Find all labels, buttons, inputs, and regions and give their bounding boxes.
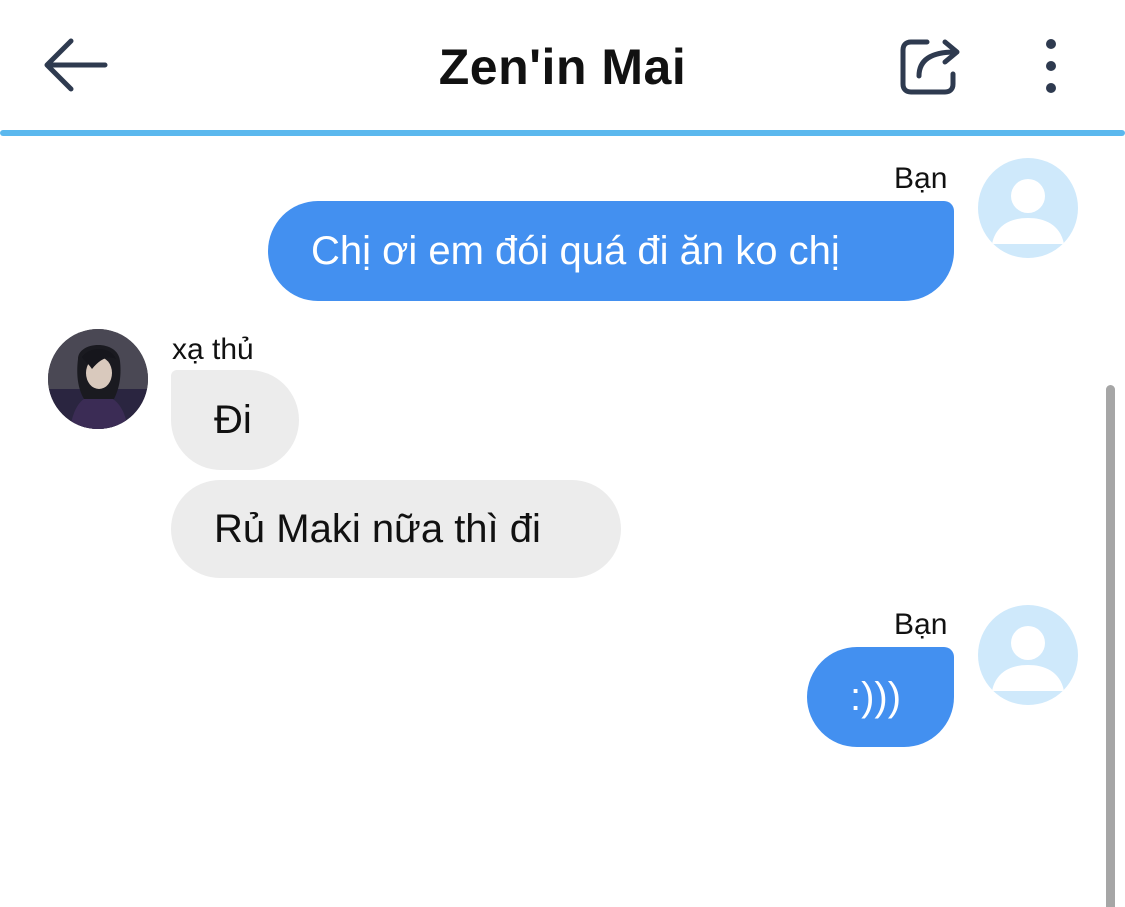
- chat-screen: Zen'in Mai Bạn Chị ơi em đói quá đi ăn k…: [0, 0, 1125, 907]
- scrollbar-thumb[interactable]: [1106, 385, 1115, 907]
- share-button[interactable]: [894, 32, 966, 100]
- user-icon: [992, 626, 1064, 691]
- message-bubble-outgoing[interactable]: :))): [807, 647, 954, 747]
- sender-name: xạ thủ: [172, 333, 254, 366]
- chat-header: Zen'in Mai: [0, 0, 1125, 132]
- message-text: Đi: [214, 397, 252, 442]
- more-options-button[interactable]: [1024, 30, 1078, 102]
- my-avatar[interactable]: [978, 605, 1078, 705]
- my-avatar[interactable]: [978, 158, 1078, 258]
- sender-name: Bạn: [894, 162, 948, 195]
- message-text: Chị ơi em đói quá đi ăn ko chị: [311, 228, 840, 273]
- message-text: Rủ Maki nữa thì đi: [214, 506, 541, 551]
- user-icon: [992, 179, 1064, 244]
- message-bubble-incoming[interactable]: Rủ Maki nữa thì đi: [171, 480, 621, 578]
- contact-photo-icon: [48, 329, 148, 429]
- sender-name: Bạn: [894, 608, 948, 641]
- share-icon: [900, 39, 960, 95]
- header-divider: [0, 130, 1125, 136]
- vertical-ellipsis-icon: [1046, 39, 1056, 93]
- contact-avatar[interactable]: [48, 329, 148, 429]
- message-bubble-incoming[interactable]: Đi: [171, 370, 299, 470]
- message-text: :))): [850, 674, 902, 719]
- message-bubble-outgoing[interactable]: Chị ơi em đói quá đi ăn ko chị: [268, 201, 954, 301]
